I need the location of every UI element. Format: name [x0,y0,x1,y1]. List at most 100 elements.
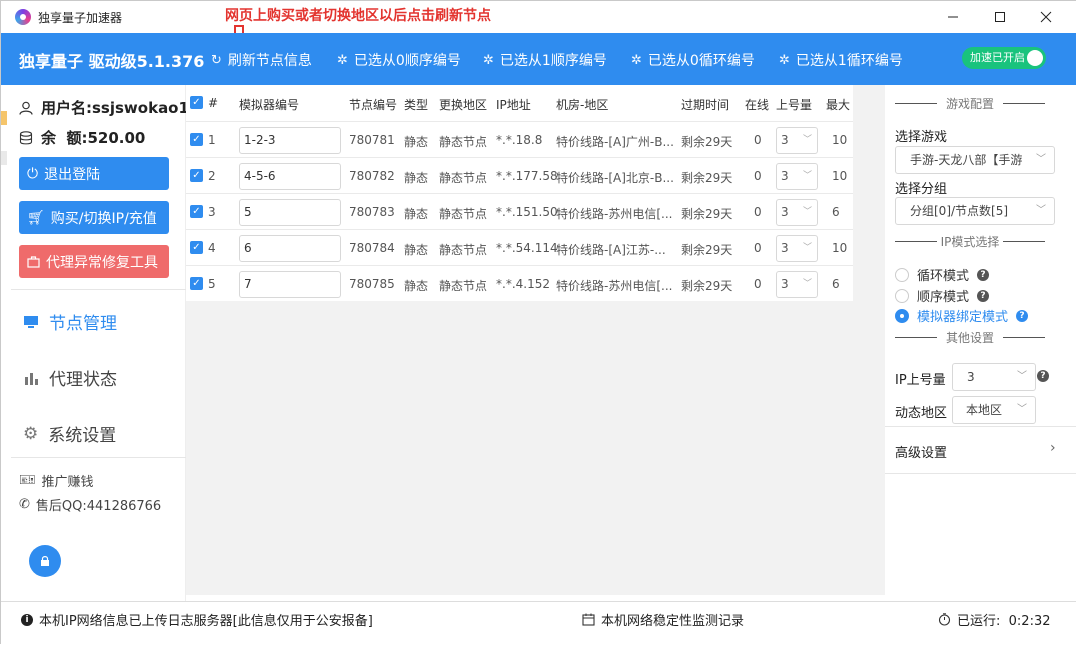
select-game-label: 选择游戏 [895,130,948,145]
row-checkbox[interactable]: ✓ [190,169,203,182]
max-cell: 10 [832,133,848,147]
help-icon[interactable]: ? [1037,370,1049,382]
chevron-down-icon: ﹀ [1017,404,1027,415]
lock-button[interactable] [29,545,61,577]
room-region-cell: 特价线路-[A]广州-B... [556,135,674,149]
acceleration-toggle[interactable]: 加速已开启 [962,47,1046,69]
divider [885,473,1076,474]
table-row[interactable]: ✓ 3 5 780783 静态 静态节点 *.*.151.50 特价线路-苏州电信[... 剩余… [186,193,853,229]
login-count-select[interactable]: 3 ﹀ [776,127,818,154]
row-checkbox[interactable]: ✓ [190,277,203,290]
row-checkbox[interactable]: ✓ [190,241,203,254]
row-checkbox[interactable]: ✓ [190,133,203,146]
room-region-cell: 特价线路-[A]北京-B... [556,171,674,185]
select-game-dropdown[interactable]: 手游-天龙八部【手游 ﹀ [895,146,1055,174]
database-icon [19,130,33,144]
username-row: 用户名:ssjswokao1 [19,97,189,118]
emulator-number-input[interactable]: 1-2-3 [239,127,341,154]
promo-label: 推广赚钱 [41,475,94,490]
login-count-select[interactable]: 3 ﹀ [776,199,818,226]
col-expire: 过期时间 [681,98,730,112]
col-type: 类型 [404,98,429,112]
toolbox-icon [27,256,40,268]
loop-from-1-label: 已选从1循环编号 [795,53,903,69]
mode-loop-label: 循环模式 [917,269,970,284]
table-row[interactable]: ✓ 2 4-5-6 780782 静态 静态节点 *.*.177.58 特价线路-[A]北京-… [186,157,853,193]
table-row[interactable]: ✓ 4 6 780784 静态 静态节点 *.*.54.114 特价线路-[A]江苏-... 剩… [186,229,853,265]
seq-from-1-button[interactable]: ✲ 已选从1顺序编号 [483,50,607,70]
chevron-down-icon: ﹀ [1036,205,1046,216]
support-label: 售后QQ:441286766 [35,499,162,514]
logout-button[interactable]: ⏻ 退出登陆 [19,157,169,190]
advanced-settings-row[interactable]: 高级设置 › [885,427,1076,473]
mode-sequence-radio[interactable]: 顺序模式 ? [895,286,990,305]
change-region-cell: 静态节点 [439,171,488,185]
promo-link[interactable]: 🎫︎ 推广赚钱 [19,471,94,490]
sparkle-icon: ✲ [631,52,642,68]
row-checkbox[interactable]: ✓ [190,205,203,218]
minimize-button[interactable] [930,1,976,33]
login-count-select[interactable]: 3 ﹀ [776,271,818,298]
divider [11,457,186,458]
nav-node-management[interactable]: 节点管理 [23,309,117,334]
login-count-value: 3 [781,133,789,147]
chevron-down-icon: ﹀ [802,135,812,145]
emulator-number-input[interactable]: 7 [239,271,341,298]
login-count-value: 3 [781,205,789,219]
maximize-button[interactable] [977,1,1023,33]
ip-count-value: 3 [967,370,975,384]
chevron-down-icon: ﹀ [802,171,812,181]
loop-from-1-button[interactable]: ✲ 已选从1循环编号 [779,50,903,70]
ip-count-dropdown[interactable]: 3 ﹀ [952,363,1036,391]
help-icon[interactable]: ? [977,268,990,281]
table-row[interactable]: ✓ 1 1-2-3 780781 静态 静态节点 *.*.18.8 特价线路-[A]广州-B.… [186,121,853,157]
seq-from-0-button[interactable]: ✲ 已选从0顺序编号 [337,50,461,70]
loop-from-0-button[interactable]: ✲ 已选从0循环编号 [631,50,755,70]
table-row[interactable]: ✓ 5 7 780785 静态 静态节点 *.*.4.152 特价线路-苏州电信[... 剩余2… [186,265,853,301]
buy-switch-ip-button[interactable]: 🛒︎ 购买/切换IP/充值 [19,201,169,234]
chevron-right-icon: › [1050,440,1056,456]
login-count-value: 3 [781,241,789,255]
mode-loop-radio[interactable]: 循环模式 ? [895,265,990,284]
nav-proxy-status[interactable]: 代理状态 [23,365,117,390]
loop-from-0-label: 已选从0循环编号 [647,53,755,69]
max-cell: 6 [832,205,840,219]
select-group-dropdown[interactable]: 分组[0]/节点数[5] ﹀ [895,197,1055,225]
stability-log-link[interactable]: 本机网络稳定性监测记录 [582,610,744,629]
user-icon [19,101,33,115]
col-num: # [208,96,219,110]
close-button[interactable] [1023,1,1069,33]
refresh-nodes-button[interactable]: ↻ 刷新节点信息 [211,50,312,70]
divider [11,289,186,290]
annotation-text: 网页上购买或者切换地区以后点击刷新节点 [225,8,491,24]
proxy-repair-button[interactable]: 代理异常修复工具 [19,245,169,278]
background-window-edge [1,111,7,125]
col-room: 机房-地区 [556,98,609,112]
mode-emulator-bind-radio[interactable]: 模拟器绑定模式 ? [895,306,1029,325]
emulator-number-input[interactable]: 4-5-6 [239,163,341,190]
calendar-icon [582,613,595,626]
select-all-checkbox[interactable]: ✓ [190,96,203,109]
help-icon[interactable]: ? [977,289,990,302]
login-count-select[interactable]: 3 ﹀ [776,163,818,190]
room-region-cell: 特价线路-苏州电信[... [556,207,673,221]
title-bar: 独享量子加速器 网页上购买或者切换地区以后点击刷新节点 [1,1,1076,49]
dynamic-region-dropdown[interactable]: 本地区 ﹀ [952,396,1036,424]
upload-notice: i 本机IP网络信息已上传日志服务器[此信息仅用于公安报备] [21,610,373,629]
balance-text: 余 额:520.00 [41,129,146,147]
sparkle-icon: ✲ [337,52,348,68]
emulator-number-input[interactable]: 6 [239,235,341,262]
chevron-down-icon: ﹀ [802,207,812,217]
monitor-icon [24,315,38,328]
mode-sequence-label: 顺序模式 [917,290,970,305]
emulator-number-input[interactable]: 5 [239,199,341,226]
help-icon[interactable]: ? [1016,309,1029,322]
change-region-cell: 静态节点 [439,279,488,293]
login-count-select[interactable]: 3 ﹀ [776,235,818,262]
nav-system-settings[interactable]: ⚙ 系统设置 [23,421,116,447]
chevron-down-icon: ﹀ [1036,154,1046,165]
advanced-settings-label: 高级设置 [895,446,948,461]
room-region-cell: 特价线路-苏州电信[... [556,279,673,293]
ip-count-label: IP上号量 [895,373,946,388]
username-text: 用户名:ssjswokao1 [41,99,189,117]
